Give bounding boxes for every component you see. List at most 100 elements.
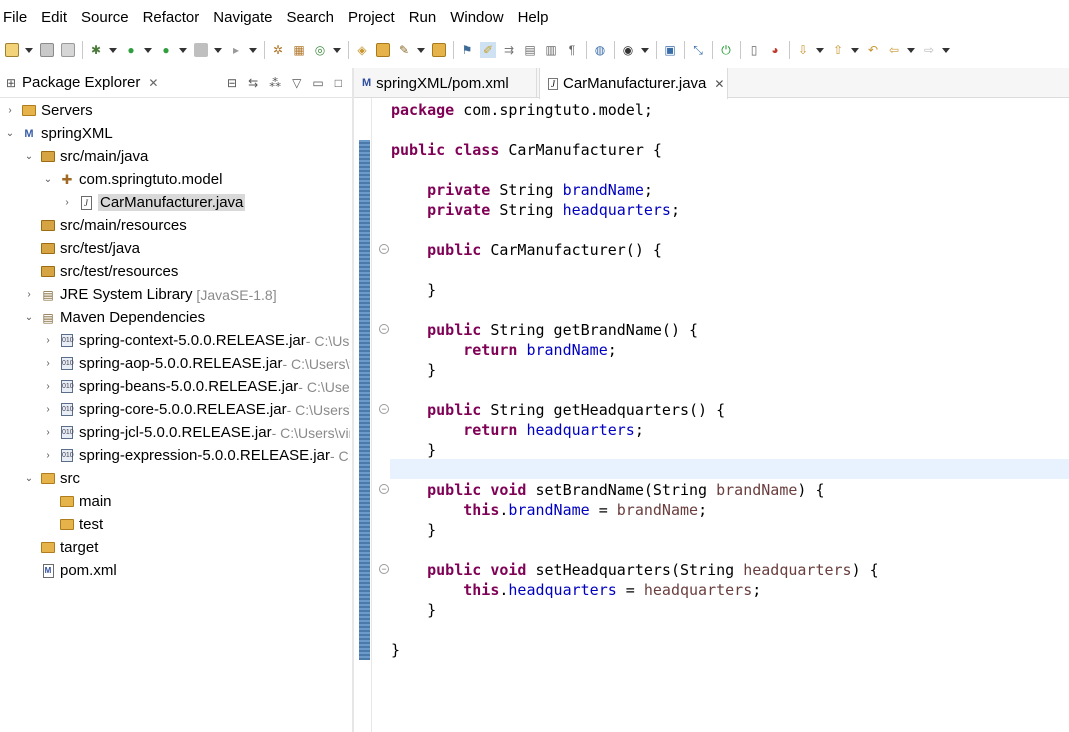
filters-icon[interactable]: ⁂: [269, 76, 281, 90]
chevron-right-icon[interactable]: ›: [61, 197, 73, 208]
menu-help[interactable]: Help: [518, 9, 549, 26]
show-whitespace-icon[interactable]: ¶: [564, 42, 580, 58]
new-class-dropdown[interactable]: [333, 42, 341, 58]
chevron-right-icon[interactable]: ›: [42, 450, 54, 461]
fold-collapse-icon[interactable]: −: [379, 484, 389, 494]
menu-source[interactable]: Source: [81, 9, 129, 26]
annotation-icon[interactable]: ⚑: [459, 42, 475, 58]
forward-dropdown[interactable]: [942, 42, 950, 58]
back-icon[interactable]: ⇦: [886, 42, 902, 58]
avatar-dropdown[interactable]: [641, 42, 649, 58]
search-dropdown[interactable]: [417, 42, 425, 58]
skip-dropdown[interactable]: [249, 42, 257, 58]
new-package-icon[interactable]: ▦: [291, 42, 307, 58]
save-icon[interactable]: [39, 42, 55, 58]
run-external-icon[interactable]: ●: [158, 42, 174, 58]
stop-dropdown[interactable]: [214, 42, 222, 58]
chevron-down-icon[interactable]: ⌄: [23, 312, 35, 323]
menu-refactor[interactable]: Refactor: [143, 9, 200, 26]
chevron-right-icon[interactable]: ›: [4, 105, 16, 116]
tab-pom-xml[interactable]: M springXML/pom.xml: [354, 68, 537, 98]
tree-item[interactable]: › 010 spring-context-5.0.0.RELEASE.jar - C…: [0, 329, 350, 352]
mark-occurrences-icon[interactable]: ▤: [522, 42, 538, 58]
tree-item[interactable]: src/test/resources: [0, 260, 350, 283]
open-type-icon[interactable]: ◈: [354, 42, 370, 58]
tab-carmanufacturer-java[interactable]: J CarManufacturer.java ✕: [539, 68, 728, 99]
maximize-icon[interactable]: □: [335, 76, 342, 90]
new-icon[interactable]: [4, 42, 20, 58]
tree-item[interactable]: › 010 spring-aop-5.0.0.RELEASE.jar - C:\Us…: [0, 352, 350, 375]
tree-item[interactable]: › 010 spring-jcl-5.0.0.RELEASE.jar - C:\Us…: [0, 421, 350, 444]
chevron-right-icon[interactable]: ›: [42, 358, 54, 369]
tree-item[interactable]: › 010 spring-beans-5.0.0.RELEASE.jar - C:\…: [0, 375, 350, 398]
globe-icon[interactable]: ◍: [592, 42, 608, 58]
prev-annotation-dropdown[interactable]: [851, 42, 859, 58]
highlight-icon[interactable]: ✐: [480, 42, 496, 58]
chevron-right-icon[interactable]: ›: [42, 427, 54, 438]
tree-item[interactable]: › 010 spring-core-5.0.0.RELEASE.jar - C:\U…: [0, 398, 350, 421]
next-annotation-dropdown[interactable]: [816, 42, 824, 58]
collapse-all-icon[interactable]: ⊟: [227, 76, 237, 90]
save-all-icon[interactable]: [60, 42, 76, 58]
menu-search[interactable]: Search: [286, 9, 334, 26]
fold-collapse-icon[interactable]: −: [379, 244, 389, 254]
view-menu-icon[interactable]: ▽: [292, 76, 301, 90]
tree-item[interactable]: › ▤ JRE System Library [JavaSE-1.8]: [0, 283, 350, 306]
new-java-project-icon[interactable]: ✲: [270, 42, 286, 58]
new-class-icon[interactable]: ◎: [312, 42, 328, 58]
menu-file[interactable]: File: [3, 9, 27, 26]
tree-item[interactable]: ⌄ src: [0, 467, 350, 490]
back-dropdown[interactable]: [907, 42, 915, 58]
last-edit-icon[interactable]: ↶: [865, 42, 881, 58]
tree-item[interactable]: test: [0, 513, 350, 536]
open-folder-icon[interactable]: [375, 42, 391, 58]
run-icon[interactable]: ●: [123, 42, 139, 58]
prev-annotation-icon[interactable]: ⇧: [830, 42, 846, 58]
chevron-right-icon[interactable]: ›: [23, 289, 35, 300]
tree-item[interactable]: Mpom.xml: [0, 559, 350, 582]
new-dropdown[interactable]: [25, 42, 33, 58]
menu-project[interactable]: Project: [348, 9, 395, 26]
chevron-right-icon[interactable]: ›: [42, 335, 54, 346]
menu-edit[interactable]: Edit: [41, 9, 67, 26]
console-icon[interactable]: ▣: [662, 42, 678, 58]
block-select-icon[interactable]: ▥: [543, 42, 559, 58]
chevron-right-icon[interactable]: ›: [42, 404, 54, 415]
menu-window[interactable]: Window: [450, 9, 503, 26]
chevron-down-icon[interactable]: ⌄: [23, 151, 35, 162]
link-with-editor-icon[interactable]: ⇆: [248, 76, 258, 90]
tree-item[interactable]: target: [0, 536, 350, 559]
fold-collapse-icon[interactable]: −: [379, 404, 389, 414]
menu-run[interactable]: Run: [409, 9, 437, 26]
chevron-right-icon[interactable]: ›: [42, 381, 54, 392]
run-dropdown[interactable]: [144, 42, 152, 58]
next-annotation-icon[interactable]: ⇩: [795, 42, 811, 58]
power-icon[interactable]: ⏻: [718, 42, 734, 58]
skip-icon[interactable]: ▸: [228, 42, 244, 58]
java-perspective-icon[interactable]: ◕: [767, 42, 783, 58]
tree-item[interactable]: main: [0, 490, 350, 513]
open-task-icon[interactable]: [431, 42, 447, 58]
chevron-down-icon[interactable]: ⌄: [4, 128, 16, 139]
chevron-down-icon[interactable]: ⌄: [42, 174, 54, 185]
fold-collapse-icon[interactable]: −: [379, 564, 389, 574]
avatar-icon[interactable]: ◉: [620, 42, 636, 58]
tree-item[interactable]: src/test/java: [0, 237, 350, 260]
search-icon[interactable]: ✎: [396, 42, 412, 58]
run-external-dropdown[interactable]: [179, 42, 187, 58]
tree-item[interactable]: src/main/resources: [0, 214, 350, 237]
tree-item[interactable]: › 010 spring-expression-5.0.0.RELEASE.jar …: [0, 444, 350, 467]
tree-item[interactable]: ⌄ MspringXML: [0, 122, 350, 145]
stop-icon[interactable]: [193, 42, 209, 58]
tree-item[interactable]: › J CarManufacturer.java: [0, 191, 350, 214]
close-icon[interactable]: ✕: [148, 76, 158, 90]
tree-item[interactable]: › Servers: [0, 99, 350, 122]
chevron-down-icon[interactable]: ⌄: [23, 473, 35, 484]
pin-icon[interactable]: ⤡: [690, 42, 706, 58]
debug-icon[interactable]: ✱: [88, 42, 104, 58]
tree-item[interactable]: ⌄ ▤ Maven Dependencies: [0, 306, 350, 329]
tree-item[interactable]: ⌄ ✚ com.springtuto.model: [0, 168, 350, 191]
fold-collapse-icon[interactable]: −: [379, 324, 389, 334]
menu-navigate[interactable]: Navigate: [213, 9, 272, 26]
debug-dropdown[interactable]: [109, 42, 117, 58]
